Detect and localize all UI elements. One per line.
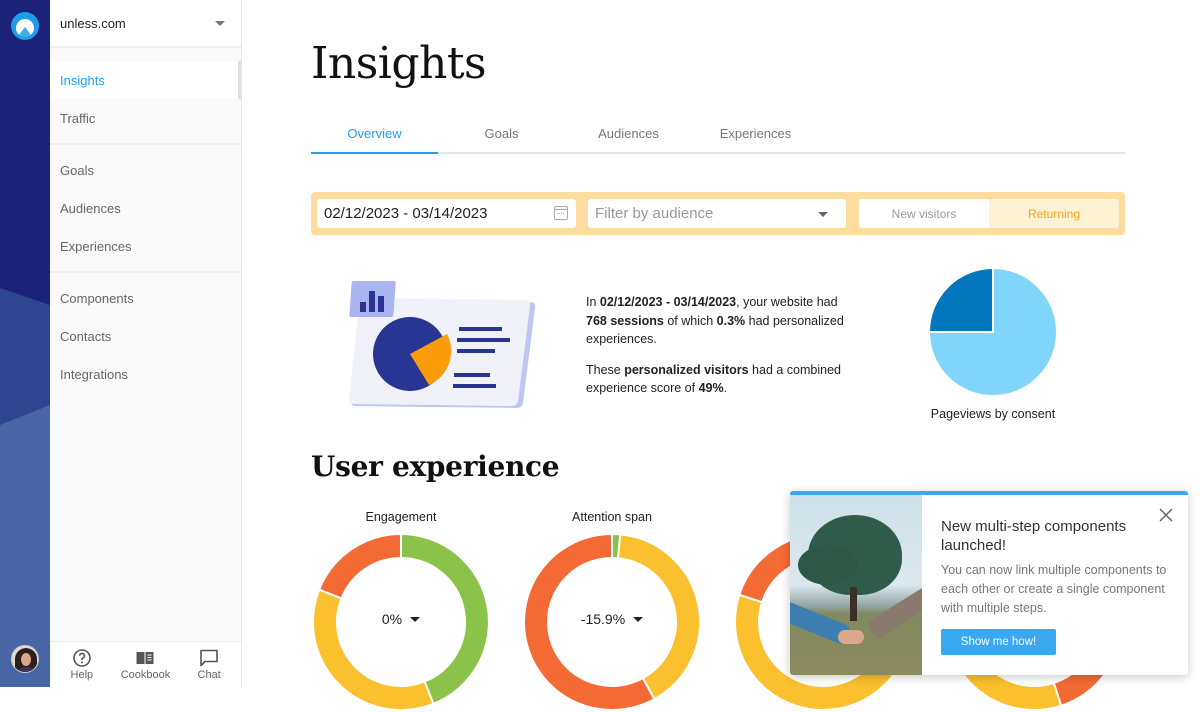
caret-down-icon (633, 616, 644, 622)
sidebar-item-components[interactable]: Components (50, 279, 241, 317)
summary-score: These personalized visitors had a combin… (586, 362, 842, 396)
app-rail (0, 0, 50, 687)
attention-span-value-dropdown[interactable]: -15.9% (522, 611, 702, 627)
nav-group-personalization: Goals Audiences Experiences (50, 145, 241, 273)
section-title-user-experience: User experience (311, 450, 560, 483)
tab-audiences[interactable]: Audiences (565, 114, 692, 152)
attention-span-donut: Attention span -15.9% (522, 510, 702, 712)
chart-title: Attention span (572, 510, 652, 524)
chevron-down-icon (215, 20, 225, 26)
sidebar-item-goals[interactable]: Goals (50, 151, 241, 189)
show-me-how-button[interactable]: Show me how! (941, 629, 1056, 655)
returning-visitors-option[interactable]: Returning (989, 199, 1119, 228)
help-label: Help (70, 669, 94, 681)
date-range-input[interactable]: 02/12/2023 - 03/14/2023 (317, 199, 576, 228)
chart-title: Pageviews by consent (930, 407, 1056, 421)
insights-tabs: Overview Goals Audiences Experiences (311, 114, 1125, 154)
audience-filter-placeholder: Filter by audience (595, 205, 714, 222)
main-content: Insights Overview Goals Audiences Experi… (242, 0, 1200, 711)
nav-group-insights: Insights Traffic (50, 48, 241, 145)
tab-overview[interactable]: Overview (311, 114, 438, 154)
insights-summary: In 02/12/2023 - 03/14/2023, your website… (586, 293, 856, 410)
attention-span-value: -15.9% (580, 611, 626, 627)
audience-filter-select[interactable]: Filter by audience (588, 199, 846, 228)
cookbook-button[interactable]: Cookbook (115, 648, 175, 681)
page-title: Insights (311, 38, 487, 89)
announcement-title: New multi-step components launched! (941, 518, 1127, 554)
unless-logo-icon[interactable] (11, 12, 39, 40)
date-range-value: 02/12/2023 - 03/14/2023 (324, 205, 488, 222)
caret-down-icon (410, 616, 421, 622)
sidebar-item-contacts[interactable]: Contacts (50, 317, 241, 355)
filter-bar: 02/12/2023 - 03/14/2023 Filter by audien… (311, 192, 1125, 235)
slice-bad (317, 532, 402, 600)
sidebar-item-traffic[interactable]: Traffic (50, 99, 241, 137)
tab-goals[interactable]: Goals (438, 114, 565, 152)
tab-experiences[interactable]: Experiences (692, 114, 819, 152)
sidebar-item-audiences[interactable]: Audiences (50, 189, 241, 227)
announcement-image (790, 495, 922, 675)
site-selector[interactable]: unless.com (50, 0, 241, 48)
chat-label: Chat (197, 669, 221, 681)
help-circle-icon (73, 649, 91, 667)
cookbook-label: Cookbook (120, 669, 171, 681)
summary-sessions: In 02/12/2023 - 03/14/2023, your website… (586, 295, 844, 346)
engagement-value: 0% (381, 611, 403, 627)
sidebar-item-insights[interactable]: Insights (50, 61, 241, 99)
book-icon (136, 652, 154, 664)
chat-icon (200, 649, 218, 667)
chevron-down-icon (818, 212, 828, 217)
help-button[interactable]: Help (52, 648, 112, 681)
chart-title: Engagement (365, 510, 437, 524)
slice-neutral (312, 588, 435, 711)
engagement-donut: Engagement 0% (311, 510, 491, 712)
announcement-popup: New multi-step components launched! You … (790, 491, 1188, 675)
pie-chart (927, 266, 1058, 397)
sidebar: unless.com Insights Traffic Goals Audien… (50, 0, 242, 687)
sidebar-item-experiences[interactable]: Experiences (50, 227, 241, 265)
nav-group-settings: Components Contacts Integrations (50, 273, 241, 393)
slice-segment-2 (927, 266, 994, 333)
sidebar-footer: Help Cookbook Chat (50, 641, 241, 687)
user-avatar[interactable] (11, 645, 39, 673)
calendar-icon[interactable] (554, 206, 568, 220)
site-name: unless.com (60, 15, 126, 31)
engagement-value-dropdown[interactable]: 0% (311, 611, 491, 627)
pageviews-by-consent-chart: Pageviews by consent (927, 266, 1059, 426)
visitor-type-toggle: New visitors Returning (859, 199, 1119, 228)
new-visitors-option[interactable]: New visitors (859, 199, 989, 228)
chat-button[interactable]: Chat (179, 648, 239, 681)
announcement-body: You can now link multiple components to … (941, 563, 1167, 615)
insights-illustration (348, 281, 536, 408)
sidebar-item-integrations[interactable]: Integrations (50, 355, 241, 393)
